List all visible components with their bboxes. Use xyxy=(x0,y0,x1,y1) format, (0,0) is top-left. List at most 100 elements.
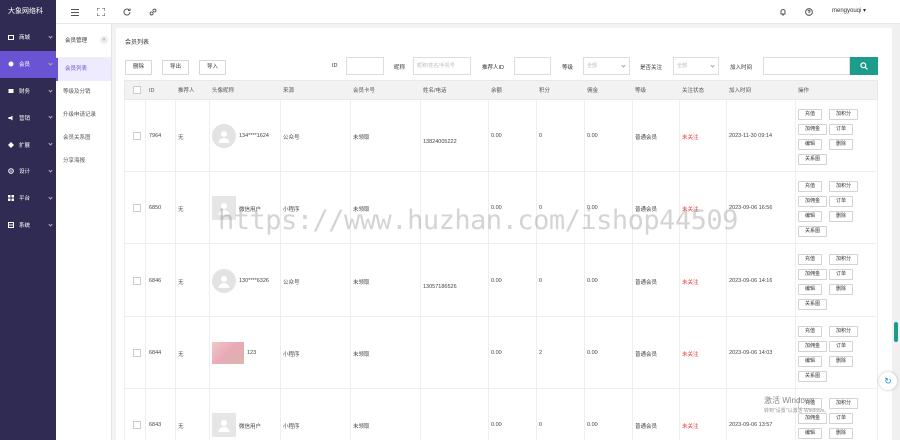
jointime-filter-input[interactable] xyxy=(763,57,850,75)
add-commission-button[interactable]: 加佣金 xyxy=(798,413,827,424)
windows-activation-note: 转到"设置"以激活 Windows。 xyxy=(764,408,830,414)
nickname-filter-input[interactable]: 昵称/姓名/手机号 xyxy=(413,57,471,75)
recharge-button[interactable]: 充值 xyxy=(798,109,822,120)
sidebar-item-label: 商城 xyxy=(19,35,31,42)
level-filter-select[interactable]: 全部 xyxy=(583,57,630,75)
id-filter-input[interactable] xyxy=(346,57,384,75)
jointime-filter-label: 加入时间 xyxy=(730,65,753,71)
subnav-item[interactable]: 等级及分销 xyxy=(56,81,111,104)
subnav-list: 会员列表 等级及分销 升级申请记录 会员关系图 分享海报 xyxy=(56,58,111,173)
row-checkbox[interactable] xyxy=(133,132,141,140)
refresh-icon[interactable] xyxy=(122,7,132,17)
orders-button[interactable]: 订单 xyxy=(829,341,853,352)
column-divider xyxy=(795,100,796,171)
phone: 13824005222 xyxy=(423,139,457,145)
delete-row-button[interactable]: 删除 xyxy=(829,356,853,367)
recharge-button[interactable]: 充值 xyxy=(798,326,822,337)
add-points-button[interactable]: 加积分 xyxy=(829,326,858,337)
select-all-checkbox[interactable] xyxy=(133,86,141,94)
follow-filter-select[interactable]: 全部 xyxy=(673,57,719,75)
user-placeholder-icon xyxy=(218,420,230,432)
recharge-button[interactable]: 充值 xyxy=(798,181,822,192)
add-points-button[interactable]: 加积分 xyxy=(829,181,858,192)
commission: 0.00 xyxy=(587,205,598,211)
row-checkbox[interactable] xyxy=(133,276,141,285)
add-points-button[interactable]: 加积分 xyxy=(829,253,858,265)
sidebar-item[interactable]: 系统 xyxy=(0,212,56,239)
search-button[interactable] xyxy=(850,57,878,75)
sidebar-item[interactable]: 财务 xyxy=(0,78,56,105)
subnav-item[interactable]: 分享海报 xyxy=(56,150,111,173)
subnav-item[interactable]: 会员列表 xyxy=(56,58,111,81)
add-commission-button[interactable]: 加佣金 xyxy=(798,196,827,207)
relation-graph-button[interactable]: 关系图 xyxy=(798,298,827,310)
import-button[interactable]: 导入 xyxy=(199,60,226,75)
user-menu[interactable]: mengyouqi ▾ xyxy=(832,7,866,14)
subnav-item[interactable]: 升级申请记录 xyxy=(56,104,111,127)
orders-button[interactable]: 订单 xyxy=(829,268,853,280)
row-checkbox[interactable] xyxy=(133,349,141,357)
add-points-button[interactable]: 加积分 xyxy=(829,109,858,120)
delete-row-button[interactable]: 删除 xyxy=(829,211,853,222)
join-time: 2023-09-06 14:03 xyxy=(729,350,773,356)
column-divider xyxy=(280,244,281,316)
help-icon[interactable] xyxy=(804,7,814,17)
row-checkbox[interactable] xyxy=(133,421,141,429)
avatar xyxy=(212,413,236,437)
edit-button[interactable]: 编辑 xyxy=(798,356,822,367)
sidebar-item[interactable]: 扩展 xyxy=(0,131,56,158)
sidebar-item[interactable]: 商城 xyxy=(0,24,56,51)
subnav-item[interactable]: 会员关系图 xyxy=(56,127,111,150)
referrer-filter-input[interactable] xyxy=(514,57,551,75)
card-number: 未领取 xyxy=(353,352,370,358)
relation-graph-button[interactable]: 关系图 xyxy=(798,154,827,165)
column-divider xyxy=(584,244,585,316)
row-checkbox[interactable] xyxy=(133,204,141,212)
user-name-label: mengyouqi xyxy=(832,8,862,14)
column-divider xyxy=(584,100,585,171)
add-commission-button[interactable]: 加佣金 xyxy=(798,341,827,352)
bell-icon[interactable] xyxy=(778,7,788,17)
orders-button[interactable]: 订单 xyxy=(829,124,853,135)
column-divider xyxy=(488,389,489,440)
menu-icon[interactable] xyxy=(70,7,80,17)
edit-button[interactable]: 编辑 xyxy=(798,283,822,295)
column-divider xyxy=(209,244,210,316)
add-points-button[interactable]: 加积分 xyxy=(829,398,858,409)
delete-button[interactable]: 删除 xyxy=(125,60,152,75)
delete-row-button[interactable]: 删除 xyxy=(829,139,853,150)
relation-graph-button[interactable]: 关系图 xyxy=(798,226,827,237)
fullscreen-icon[interactable] xyxy=(96,7,106,17)
edit-button[interactable]: 编辑 xyxy=(798,139,822,150)
column-divider xyxy=(145,172,146,243)
sidebar-item[interactable]: 设计 xyxy=(0,158,56,185)
export-button[interactable]: 导出 xyxy=(162,60,189,75)
relation-graph-button[interactable]: 关系图 xyxy=(798,371,827,382)
commission: 0.00 xyxy=(587,422,598,428)
delete-row-button[interactable]: 删除 xyxy=(829,283,853,295)
recharge-button[interactable]: 充值 xyxy=(798,253,822,265)
column-header: 头像昵称 xyxy=(212,88,235,94)
orders-button[interactable]: 订单 xyxy=(829,413,853,424)
column-divider xyxy=(175,172,176,243)
column-divider xyxy=(726,389,727,440)
sidebar-item[interactable]: 营销 xyxy=(0,104,56,131)
sidebar-item[interactable]: 平台 xyxy=(0,185,56,212)
column-divider xyxy=(632,244,633,316)
add-commission-button[interactable]: 加佣金 xyxy=(798,124,827,135)
edit-button[interactable]: 编辑 xyxy=(798,211,822,222)
nickname: 123 xyxy=(247,350,257,356)
follow-filter-value: 全部 xyxy=(677,63,688,69)
orders-button[interactable]: 订单 xyxy=(829,196,853,207)
edit-button[interactable]: 编辑 xyxy=(798,428,822,439)
column-divider xyxy=(145,244,146,316)
scrollbar-thumb[interactable] xyxy=(894,322,898,342)
collapse-icon[interactable]: « xyxy=(100,36,108,44)
link-icon[interactable] xyxy=(148,7,158,17)
delete-row-button[interactable]: 删除 xyxy=(829,428,853,439)
add-commission-button[interactable]: 加佣金 xyxy=(798,268,827,280)
member-table: ID 推荐人 头像昵称 来源 会员卡号 姓名/电话 余额 积分 佣金 等级 关注状态 加入时间 操作 7… xyxy=(124,80,878,440)
sidebar-item[interactable]: 会员 xyxy=(0,50,56,78)
floating-assist-button[interactable]: ↻ xyxy=(879,372,897,390)
column-divider xyxy=(632,172,633,243)
